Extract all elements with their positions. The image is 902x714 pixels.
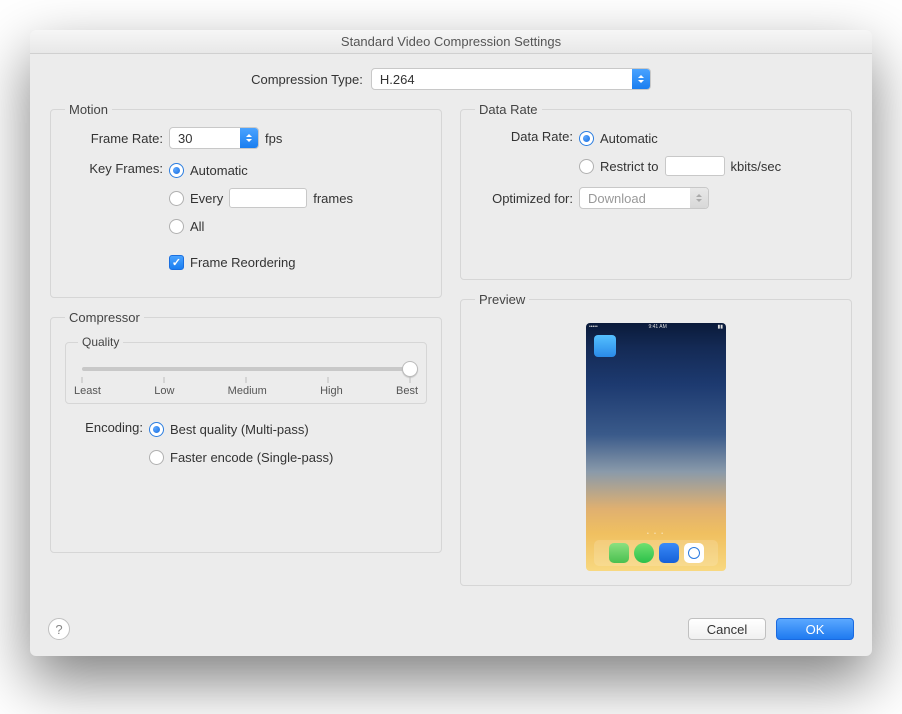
tick-least: Least (74, 385, 101, 397)
encoding-faster-label: Faster encode (Single-pass) (170, 450, 333, 465)
preview-legend: Preview (475, 292, 529, 307)
optimized-label: Optimized for: (475, 191, 573, 206)
quality-slider[interactable] (82, 367, 410, 371)
tick-best: Best (396, 385, 418, 397)
datarate-automatic-label: Automatic (600, 131, 658, 146)
preview-page-dots: • • • (586, 531, 726, 537)
keyframes-automatic-radio[interactable] (169, 163, 184, 178)
datarate-label: Data Rate: (475, 127, 573, 144)
compressor-legend: Compressor (65, 310, 144, 325)
chevron-updown-icon (690, 188, 708, 208)
help-button[interactable]: ? (48, 618, 70, 640)
datarate-restrict-label: Restrict to (600, 159, 659, 174)
cancel-button[interactable]: Cancel (688, 618, 766, 640)
frame-rate-label: Frame Rate: (65, 131, 163, 146)
preview-group: Preview ••••• 9:41 AM ▮▮ • • • (460, 292, 852, 586)
preview-time: 9:41 AM (648, 324, 666, 330)
keyframes-every-radio[interactable] (169, 191, 184, 206)
chevron-updown-icon (632, 69, 650, 89)
ok-button[interactable]: OK (776, 618, 854, 640)
compression-type-select[interactable]: H.264 (371, 68, 651, 90)
window-title: Standard Video Compression Settings (30, 30, 872, 54)
quality-slider-thumb[interactable] (402, 361, 418, 377)
settings-window: Standard Video Compression Settings Comp… (30, 30, 872, 656)
help-icon: ? (55, 622, 62, 637)
keyframes-all-radio[interactable] (169, 219, 184, 234)
frame-rate-select[interactable]: 30 (169, 127, 259, 149)
compression-type-value: H.264 (372, 72, 632, 87)
preview-app-icon (594, 335, 616, 357)
keyframes-every-label: Every (190, 191, 223, 206)
keyframes-every-units: frames (313, 191, 353, 206)
chevron-updown-icon (240, 128, 258, 148)
datarate-automatic-radio[interactable] (579, 131, 594, 146)
compressor-group: Compressor Quality Least Low Medium (50, 310, 442, 553)
frame-reordering-checkbox[interactable] (169, 255, 184, 270)
dock-mail-icon (659, 543, 679, 563)
tick-medium: Medium (228, 385, 267, 397)
preview-dock (594, 540, 718, 566)
datarate-group: Data Rate Data Rate: Automatic Restrict … (460, 102, 852, 280)
quality-ticks (82, 377, 410, 383)
motion-legend: Motion (65, 102, 112, 117)
compression-type-label: Compression Type: (251, 72, 363, 87)
datarate-legend: Data Rate (475, 102, 542, 117)
datarate-restrict-units: kbits/sec (731, 159, 782, 174)
quality-legend: Quality (78, 335, 123, 349)
encoding-faster-radio[interactable] (149, 450, 164, 465)
frame-rate-units: fps (265, 131, 282, 146)
optimized-value: Download (580, 191, 690, 206)
encoding-label: Encoding: (65, 418, 143, 435)
preview-statusbar: ••••• 9:41 AM ▮▮ (586, 323, 726, 330)
datarate-restrict-field[interactable] (665, 156, 725, 176)
tick-low: Low (154, 385, 174, 397)
encoding-best-radio[interactable] (149, 422, 164, 437)
tick-high: High (320, 385, 343, 397)
frame-reordering-label: Frame Reordering (190, 255, 296, 270)
dock-phone-icon (634, 543, 654, 563)
encoding-best-label: Best quality (Multi-pass) (170, 422, 309, 437)
quality-group: Quality Least Low Medium High Best (65, 335, 427, 404)
frame-rate-value: 30 (170, 131, 240, 146)
optimized-select: Download (579, 187, 709, 209)
keyframes-all-label: All (190, 219, 204, 234)
keyframes-every-field[interactable] (229, 188, 307, 208)
datarate-restrict-radio[interactable] (579, 159, 594, 174)
motion-group: Motion Frame Rate: 30 fps Key Frames: (50, 102, 442, 298)
dock-safari-icon (684, 543, 704, 563)
dock-messages-icon (609, 543, 629, 563)
key-frames-label: Key Frames: (65, 159, 163, 176)
content-area: Compression Type: H.264 Motion Frame Rat… (30, 54, 872, 612)
preview-image: ••••• 9:41 AM ▮▮ • • • (586, 323, 726, 571)
keyframes-automatic-label: Automatic (190, 163, 248, 178)
